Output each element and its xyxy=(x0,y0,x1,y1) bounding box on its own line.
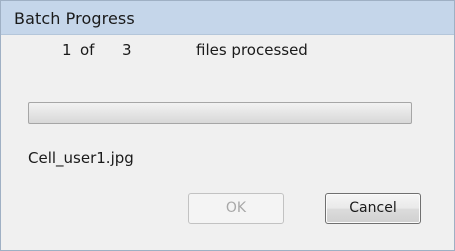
progress-bar xyxy=(28,102,412,124)
processed-count: 1 xyxy=(62,41,72,59)
dialog-title: Batch Progress xyxy=(14,9,135,28)
ok-button[interactable]: OK xyxy=(188,193,284,224)
count-of-label: of xyxy=(80,41,95,59)
cancel-button[interactable]: Cancel xyxy=(325,193,421,224)
title-bar[interactable]: Batch Progress xyxy=(1,1,454,35)
total-count: 3 xyxy=(122,41,132,59)
batch-progress-dialog: Batch Progress 1 of 3 files processed Ce… xyxy=(0,0,455,251)
current-file-name: Cell_user1.jpg xyxy=(28,149,134,167)
files-processed-label: files processed xyxy=(196,41,308,59)
